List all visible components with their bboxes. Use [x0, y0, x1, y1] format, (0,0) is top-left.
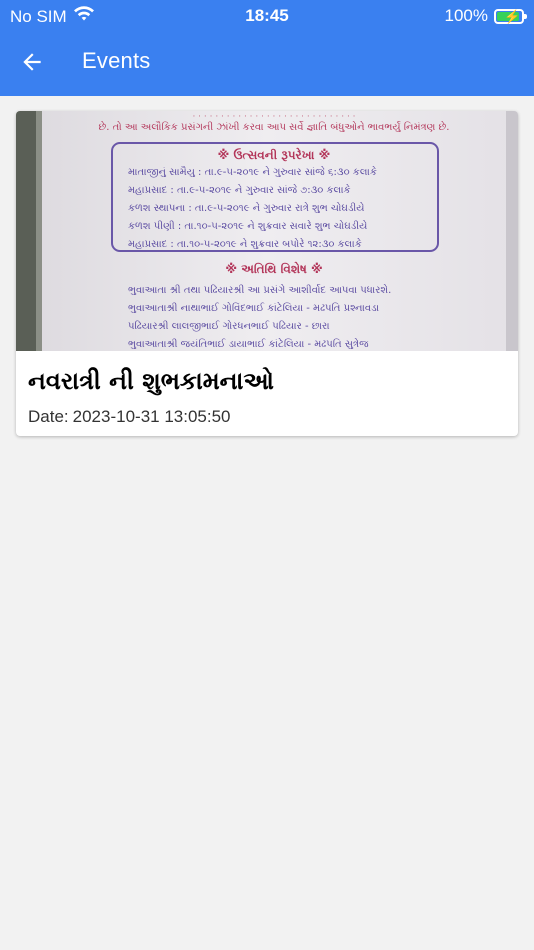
event-date-value: 2023-10-31 13:05:50 — [72, 407, 231, 426]
event-date: Date: 2023-10-31 13:05:50 — [28, 407, 231, 427]
app-bar: Events — [0, 30, 534, 96]
arrow-left-icon — [19, 49, 45, 80]
svg-text:છે. તો આ અલૌકિક પ્રસંગની ઝાંખી: છે. તો આ અલૌકિક પ્રસંગની ઝાંખી કરવા આપ સ… — [99, 120, 450, 133]
poster-guest-line: ભુવાઆતા શ્રી તથા પઢિયારશ્રી આ પ્રસંગે આશ… — [128, 283, 391, 296]
battery-charging-icon: ⚡ — [494, 8, 527, 24]
battery-percent: 100% — [444, 6, 488, 25]
status-right: 100% ⚡ — [444, 6, 527, 26]
back-button[interactable] — [12, 44, 52, 84]
events-list: · · · · · · · · · · · · · · · · · · · · … — [0, 96, 534, 950]
poster-schedule-line: મહાપ્રસાદ : તા.૧૦-૫-૨૦૧૯ ને શુક્રવાર બપો… — [128, 237, 362, 250]
svg-text:※ અતિથિ વિશેષ ※: ※ અતિથિ વિશેષ ※ — [225, 261, 322, 276]
event-card[interactable]: · · · · · · · · · · · · · · · · · · · · … — [16, 111, 518, 436]
svg-text:· · · · · · · · · · · · · · ·: · · · · · · · · · · · · · · · · · · · · … — [192, 112, 355, 122]
svg-text:※ ઉત્સવની રૂપરેખા ※: ※ ઉત્સવની રૂપરેખા ※ — [218, 147, 331, 162]
poster-schedule-line: કળશ સ્થાપના : તા.૯-૫-૨૦૧૯ ને ગુરુવાર રાત… — [128, 201, 364, 214]
page-title: Events — [82, 48, 151, 73]
status-bar: No SIM 18:45 100% ⚡ — [0, 0, 534, 30]
event-image: · · · · · · · · · · · · · · · · · · · · … — [16, 111, 518, 351]
poster-guest-line: ભુવાઆતાશ્રી જયંતિભાઈ ડાયાભાઈ કાંટેલિયા -… — [128, 337, 369, 350]
event-title: નવરાત્રી ની શુભકામનાઓ — [28, 367, 274, 395]
poster-schedule-line: મહાપ્રસાદ : તા.૯-૫-૨૦૧૯ ને ગુરુવાર સાંજે… — [128, 183, 351, 196]
poster-guest-line: ભુવાઆતાશ્રી નાથાભાઈ ગોવિંદભાઈ કાંટેલિયા … — [128, 301, 380, 314]
event-date-label: Date: — [28, 407, 69, 426]
poster-schedule-line: કળશ પીણી : તા.૧૦-૫-૨૦૧૯ ને શુક્રવાર સવાર… — [128, 219, 367, 232]
event-poster-image: · · · · · · · · · · · · · · · · · · · · … — [16, 111, 518, 351]
poster-schedule-line: માતાજીનું સામૈયુ : તા.૯-૫-૨૦૧૯ ને ગુરુવા… — [128, 165, 377, 178]
poster-guest-line: પઢિયારશ્રી લાલજીભાઈ ગોરધનભાઈ પઢિયાર - છા… — [128, 319, 330, 332]
